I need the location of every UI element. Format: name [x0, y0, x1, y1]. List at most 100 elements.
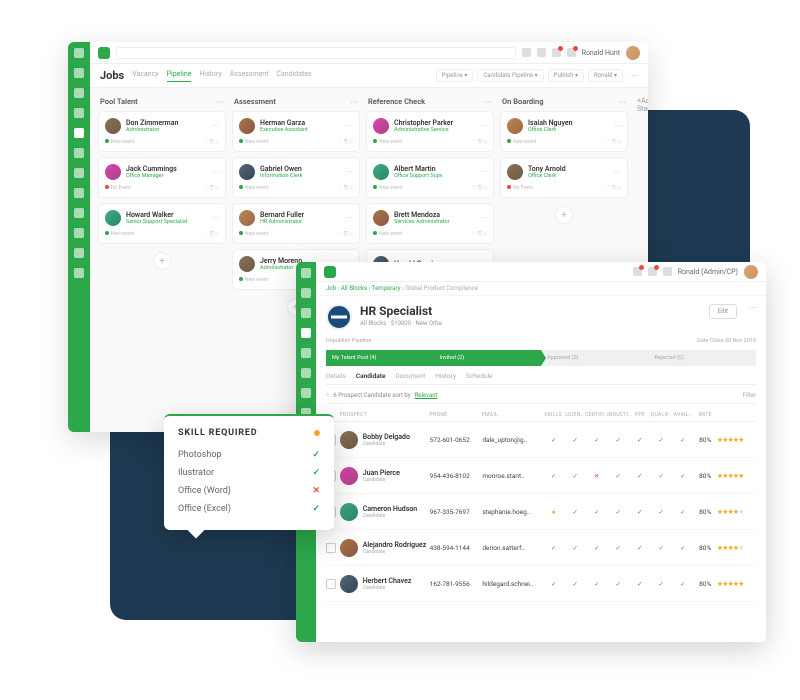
th[interactable]: CERTIFI..: [585, 412, 607, 418]
crumb[interactable]: All Blocks: [341, 285, 367, 292]
kanban-card[interactable]: Gabriel OwenInformation Clerk⋯New event♡…: [232, 157, 360, 198]
user-name[interactable]: Ronald Hunt: [582, 49, 620, 57]
th[interactable]: PPE: [629, 412, 650, 418]
search-input[interactable]: [116, 47, 516, 59]
card-actions[interactable]: ♡ ⎘ ◇: [204, 185, 219, 191]
nav-icon[interactable]: [74, 48, 84, 58]
more-icon[interactable]: ⋯: [631, 72, 638, 80]
bell-icon[interactable]: [633, 267, 642, 276]
card-actions[interactable]: ♡ ⎘ ◇: [338, 231, 353, 237]
column-more-icon[interactable]: ⋯: [351, 97, 359, 106]
card-actions[interactable]: ♡ ⎘ ◇: [204, 231, 219, 237]
more-icon[interactable]: ⋯: [749, 304, 756, 312]
pipeline-step[interactable]: Approved (0): [541, 350, 649, 366]
th[interactable]: PROSPECT: [340, 412, 430, 418]
nav-icon[interactable]: [301, 268, 311, 278]
kanban-card[interactable]: Albert MartinOffice Support Supv.⋯New ev…: [366, 157, 494, 198]
nav-icon[interactable]: [74, 228, 84, 238]
tab-schedule[interactable]: Schedule: [466, 372, 493, 380]
tab-history[interactable]: History: [435, 372, 456, 380]
tab-details[interactable]: Details: [326, 372, 346, 380]
th[interactable]: AVAIL..: [672, 412, 693, 418]
tab-assessment[interactable]: Assessment: [230, 70, 269, 82]
add-card-button[interactable]: +: [555, 206, 573, 224]
kanban-card[interactable]: Tony ArnoldOffice Clerk⋯No Event♡ ⎘ ◇: [500, 157, 628, 198]
card-more-icon[interactable]: ⋯: [480, 122, 487, 130]
card-more-icon[interactable]: ⋯: [346, 122, 353, 130]
card-actions[interactable]: ♡ ⎘ ◇: [472, 185, 487, 191]
th[interactable]: QUALIF..: [651, 412, 672, 418]
th[interactable]: RATE: [694, 412, 717, 418]
kanban-card[interactable]: Bernard FullerHR Administrator⋯New event…: [232, 203, 360, 244]
nav-icon[interactable]: [74, 268, 84, 278]
pipeline-step[interactable]: Invited (2): [434, 350, 542, 366]
crumb[interactable]: Job: [326, 285, 336, 292]
tab-history[interactable]: History: [199, 70, 221, 82]
kanban-card[interactable]: Isaiah NguyenOffice Clerk⋯New event♡ ⎘ ◇: [500, 111, 628, 152]
bell-icon[interactable]: [552, 48, 561, 57]
card-more-icon[interactable]: ⋯: [212, 122, 219, 130]
nav-icon[interactable]: [301, 368, 311, 378]
th[interactable]: INDUCTI..: [607, 412, 629, 418]
column-more-icon[interactable]: ⋯: [217, 97, 225, 106]
checkbox[interactable]: [326, 579, 340, 589]
kanban-card[interactable]: Brett MendozaServices Administrator⋯New …: [366, 203, 494, 244]
nav-icon[interactable]: [301, 308, 311, 318]
card-actions[interactable]: ♡ ⎘ ◇: [338, 139, 353, 145]
column-more-icon[interactable]: ⋯: [619, 97, 627, 106]
card-more-icon[interactable]: ⋯: [346, 214, 353, 222]
sort-link[interactable]: Relevant: [415, 392, 438, 399]
mail-icon[interactable]: [537, 48, 546, 57]
nav-icon[interactable]: [74, 188, 84, 198]
nav-icon[interactable]: [301, 348, 311, 358]
nav-icon-active[interactable]: [74, 128, 84, 138]
th[interactable]: PHONE: [429, 412, 482, 418]
card-more-icon[interactable]: ⋯: [346, 168, 353, 176]
tab-candidates[interactable]: Candidates: [276, 70, 311, 82]
help-icon[interactable]: [522, 48, 531, 57]
edit-button[interactable]: Edit: [709, 304, 737, 319]
nav-icon[interactable]: [74, 88, 84, 98]
kanban-card[interactable]: Herman GarzaExecutive Assistant⋯New even…: [232, 111, 360, 152]
table-row[interactable]: Herbert ChavezCandidate162-781-9556hilde…: [326, 566, 756, 602]
avatar[interactable]: [626, 46, 640, 60]
card-more-icon[interactable]: ⋯: [480, 214, 487, 222]
nav-icon-active[interactable]: [301, 328, 311, 338]
unpub-link[interactable]: Unpublish Pipeline: [326, 338, 371, 344]
filter-pill[interactable]: Ronald ▾: [588, 69, 623, 82]
card-actions[interactable]: ♡ ⎘ ◇: [606, 139, 621, 145]
user-name[interactable]: Ronald (Admin/CP): [678, 268, 738, 276]
kanban-card[interactable]: Howard WalkerSenior Support Specialist⋯N…: [98, 203, 226, 244]
kanban-card[interactable]: Don ZimmermanAdministrator⋯New event♡ ⎘ …: [98, 111, 226, 152]
pipeline-step[interactable]: Rejected (0): [649, 350, 757, 366]
help-icon[interactable]: [663, 267, 672, 276]
search-icon[interactable]: ⌕: [326, 391, 329, 399]
card-more-icon[interactable]: ⋯: [212, 214, 219, 222]
filter-pill[interactable]: Candidate Pipeline ▾: [477, 69, 543, 82]
tab-vacancy[interactable]: Vacancy: [132, 70, 158, 82]
card-actions[interactable]: ♡ ⎘ ◇: [338, 185, 353, 191]
card-more-icon[interactable]: ⋯: [480, 168, 487, 176]
card-actions[interactable]: ♡ ⎘ ◇: [472, 231, 487, 237]
cart-icon[interactable]: [648, 267, 657, 276]
card-actions[interactable]: ♡ ⎘ ◇: [204, 139, 219, 145]
nav-icon[interactable]: [301, 388, 311, 398]
tab-pipeline[interactable]: Pipeline: [167, 70, 192, 82]
th[interactable]: SKILLS: [542, 412, 563, 418]
table-row[interactable]: Juan PierceCandidate954-436-8102monroe.s…: [326, 458, 756, 494]
table-row[interactable]: Cameron HudsonCandidate967-335-7697steph…: [326, 494, 756, 530]
nav-icon[interactable]: [74, 108, 84, 118]
tab-candidate[interactable]: Candidate: [356, 372, 386, 380]
table-row[interactable]: Bobby DelgadoCandidate572-601-0652dale_u…: [326, 422, 756, 458]
card-more-icon[interactable]: ⋯: [614, 122, 621, 130]
crumb[interactable]: Temporary: [372, 285, 401, 292]
nav-icon[interactable]: [301, 288, 311, 298]
tab-document[interactable]: Document: [395, 372, 425, 380]
pipeline-step[interactable]: My Talent Pool (4): [326, 350, 434, 366]
breadcrumb[interactable]: Job › All Blocks › Temporary › Global Pr…: [316, 282, 766, 296]
nav-icon[interactable]: [74, 168, 84, 178]
th[interactable]: LICEN..: [564, 412, 585, 418]
filter-pill[interactable]: Publish ▾: [548, 69, 584, 82]
nav-icon[interactable]: [74, 248, 84, 258]
add-card-button[interactable]: +: [153, 252, 171, 270]
